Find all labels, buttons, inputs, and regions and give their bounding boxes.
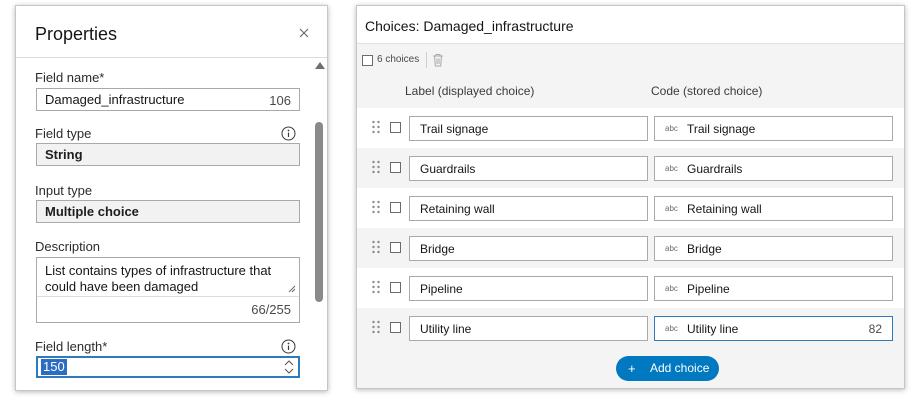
info-icon[interactable] [281, 126, 296, 141]
resize-grip-icon[interactable] [288, 285, 296, 293]
description-divider [37, 296, 299, 297]
close-icon[interactable] [297, 26, 311, 40]
choice-code-value: Retaining wall [687, 202, 762, 216]
field-name-counter: 106 [269, 93, 291, 108]
select-all-checkbox[interactable] [362, 55, 373, 66]
row-checkbox[interactable] [390, 162, 401, 173]
choice-row: Guardrails abc Guardrails [357, 148, 904, 188]
field-length-label: Field length* [35, 339, 108, 354]
row-checkbox[interactable] [390, 202, 401, 213]
abc-type-icon: abc [665, 284, 678, 293]
choice-code-input[interactable]: abc Trail signage [654, 116, 893, 141]
row-checkbox[interactable] [390, 242, 401, 253]
choice-row: Trail signage abc Trail signage [357, 108, 904, 148]
choice-label-input[interactable]: Pipeline [409, 276, 648, 301]
choice-code-value: Trail signage [687, 122, 756, 136]
choices-panel: Choices: Damaged_infrastructure 6 choice… [356, 5, 905, 389]
choice-code-input[interactable]: abc Utility line 82 [654, 316, 893, 341]
properties-scrollbar[interactable] [312, 59, 327, 390]
choices-header: Choices: Damaged_infrastructure [357, 6, 904, 44]
choice-label-input[interactable]: Retaining wall [409, 196, 648, 221]
drag-handle-icon[interactable] [372, 240, 380, 254]
choice-code-value: Pipeline [687, 282, 730, 296]
choice-label-input[interactable]: Trail signage [409, 116, 648, 141]
drag-handle-icon[interactable] [372, 120, 380, 134]
choice-code-input[interactable]: abc Bridge [654, 236, 893, 261]
abc-type-icon: abc [665, 164, 678, 173]
row-checkbox[interactable] [390, 322, 401, 333]
abc-type-icon: abc [665, 324, 678, 333]
choice-label-value: Guardrails [420, 162, 476, 176]
choice-code-value: Utility line [687, 322, 739, 336]
choice-label-input[interactable]: Bridge [409, 236, 648, 261]
properties-panel: Properties Field name* Damaged_infrastru… [15, 5, 328, 391]
choice-label-value: Trail signage [420, 122, 489, 136]
drag-handle-icon[interactable] [372, 200, 380, 214]
choice-row: Utility line abc Utility line 82 [357, 308, 904, 348]
scroll-up-arrow-icon[interactable] [315, 62, 325, 69]
choice-label-value: Bridge [420, 242, 455, 256]
choice-code-input[interactable]: abc Retaining wall [654, 196, 893, 221]
properties-header: Properties [16, 6, 327, 58]
scroll-thumb[interactable] [315, 122, 323, 302]
add-choice-label: Add choice [650, 361, 710, 375]
choice-label-input[interactable]: Utility line [409, 316, 648, 341]
abc-type-icon: abc [665, 204, 678, 213]
field-name-label: Field name* [35, 70, 105, 85]
drag-handle-icon[interactable] [372, 280, 380, 294]
properties-title: Properties [35, 24, 118, 44]
row-checkbox[interactable] [390, 282, 401, 293]
abc-type-icon: abc [665, 244, 678, 253]
field-name-value: Damaged_infrastructure [45, 92, 185, 107]
field-name-input[interactable]: Damaged_infrastructure 106 [36, 88, 300, 111]
field-length-input[interactable]: 150 [36, 356, 300, 378]
properties-form: Field name* Damaged_infrastructure 106 F… [16, 59, 312, 390]
description-counter: 66/255 [251, 302, 291, 317]
input-type-value: Multiple choice [36, 200, 300, 223]
drag-handle-icon[interactable] [372, 320, 380, 334]
label-column-header: Label (displayed choice) [405, 84, 535, 98]
choice-code-input[interactable]: abc Pipeline [654, 276, 893, 301]
description-value: List contains types of infrastructure th… [45, 263, 272, 294]
plus-icon: + [628, 361, 636, 376]
choice-code-value: Bridge [687, 242, 722, 256]
description-label: Description [35, 239, 101, 254]
choice-label-input[interactable]: Guardrails [409, 156, 648, 181]
choice-count: 6 choices [377, 54, 420, 65]
input-type-label: Input type [35, 183, 93, 198]
add-choice-button[interactable]: + Add choice [616, 356, 719, 381]
choice-label-value: Retaining wall [420, 202, 495, 216]
choice-code-value: Guardrails [687, 162, 743, 176]
drag-handle-icon[interactable] [372, 160, 380, 174]
choices-toolbar: 6 choices [357, 45, 904, 75]
code-counter: 82 [868, 322, 882, 336]
abc-type-icon: abc [665, 124, 678, 133]
choices-title: Choices: Damaged_infrastructure [365, 18, 574, 34]
description-textarea[interactable]: List contains types of infrastructure th… [36, 257, 300, 323]
choice-row: Bridge abc Bridge [357, 228, 904, 268]
choice-code-input[interactable]: abc Guardrails [654, 156, 893, 181]
choice-row: Retaining wall abc Retaining wall [357, 188, 904, 228]
row-checkbox[interactable] [390, 122, 401, 133]
field-length-value: 150 [41, 359, 67, 375]
choice-row: Pipeline abc Pipeline [357, 268, 904, 308]
choice-label-value: Utility line [420, 322, 472, 336]
choice-label-value: Pipeline [420, 282, 463, 296]
field-type-label: Field type [35, 126, 92, 141]
code-column-header: Code (stored choice) [651, 84, 763, 98]
trash-icon[interactable] [432, 53, 444, 67]
field-type-value: String [36, 143, 300, 166]
toolbar-divider [426, 52, 427, 68]
info-icon[interactable] [281, 339, 296, 354]
spinner-arrows-icon[interactable] [284, 360, 294, 374]
